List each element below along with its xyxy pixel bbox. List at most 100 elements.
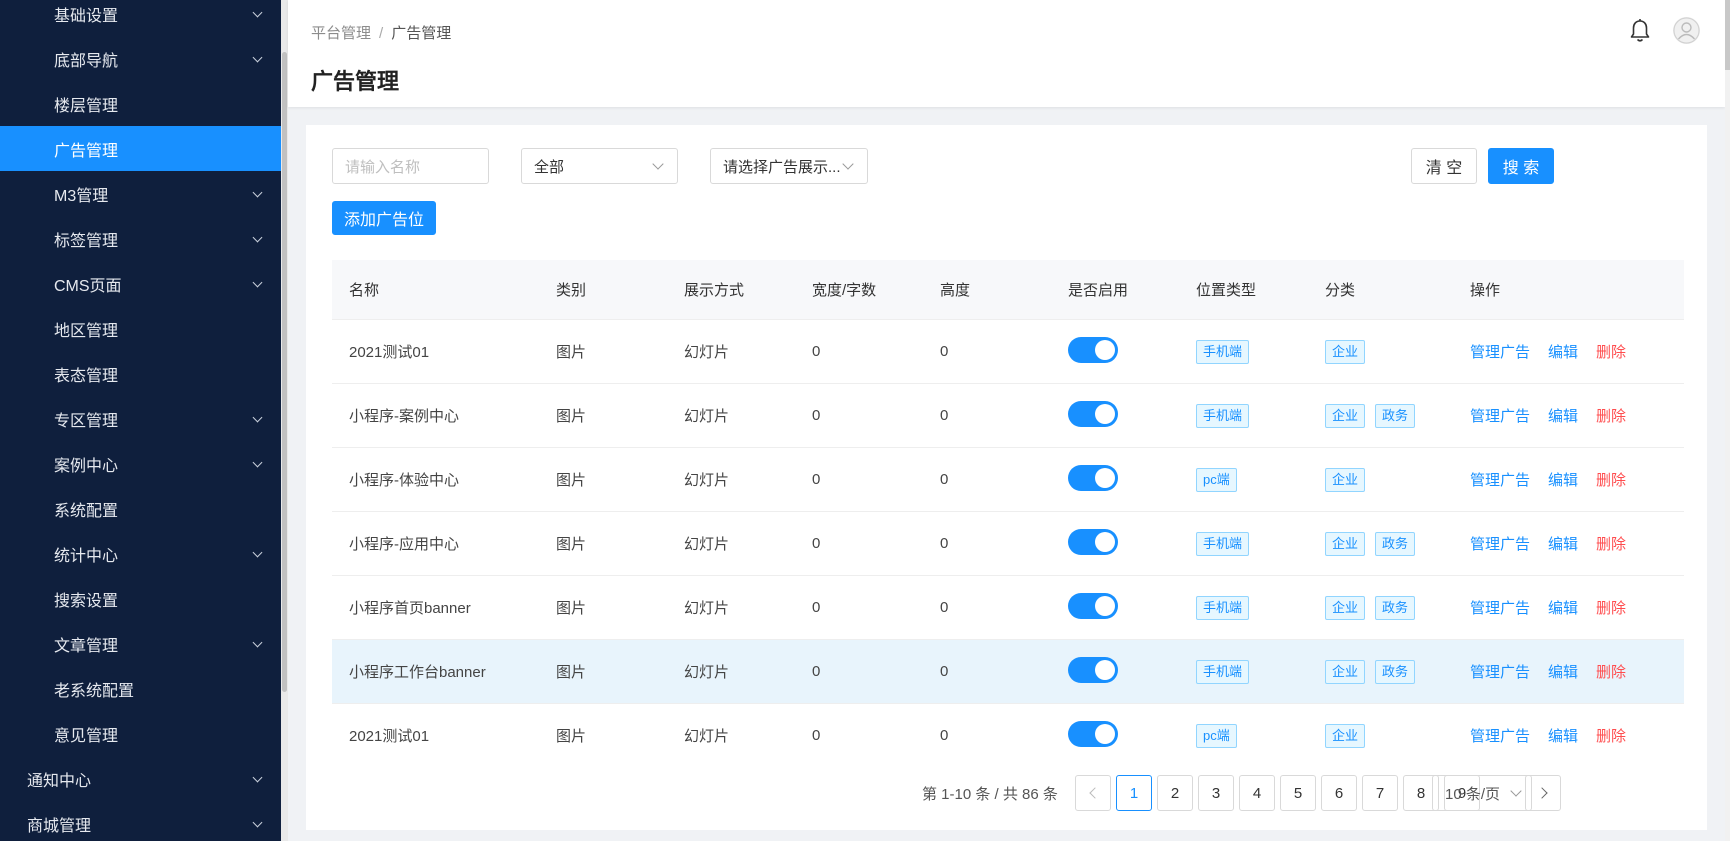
- sidebar-item-14[interactable]: 文章管理: [0, 621, 281, 666]
- cell-width: 0: [812, 471, 821, 488]
- sidebar-scrollbar-thumb[interactable]: [282, 52, 287, 692]
- cell-category: 企业: [1325, 723, 1470, 748]
- breadcrumb-separator: /: [379, 25, 384, 42]
- table-row: 小程序-体验中心 图片 幻灯片 0 0 pc端 企业 管理广告 编辑 删除: [332, 448, 1684, 512]
- enabled-toggle[interactable]: [1068, 464, 1118, 491]
- edit-link[interactable]: 编辑: [1548, 341, 1578, 362]
- edit-link[interactable]: 编辑: [1548, 469, 1578, 490]
- sidebar-item-11[interactable]: 系统配置: [0, 486, 281, 531]
- sidebar-item-18[interactable]: 商城管理: [0, 801, 281, 841]
- prev-page-button[interactable]: [1075, 775, 1111, 811]
- page-button-3[interactable]: 3: [1198, 775, 1234, 811]
- sidebar-item-4[interactable]: M3管理: [0, 171, 281, 216]
- sidebar-item-17[interactable]: 通知中心: [0, 756, 281, 801]
- category-select[interactable]: 全部: [521, 148, 678, 184]
- edit-link[interactable]: 编辑: [1548, 533, 1578, 554]
- sidebar-item-8[interactable]: 表态管理: [0, 351, 281, 396]
- breadcrumb-item-platform[interactable]: 平台管理: [311, 25, 371, 42]
- name-search-input[interactable]: 请输入名称: [332, 148, 489, 184]
- page-button-4[interactable]: 4: [1239, 775, 1275, 811]
- position-tag: 手机端: [1196, 595, 1250, 620]
- manage-ads-link[interactable]: 管理广告: [1470, 533, 1530, 554]
- enabled-toggle[interactable]: [1068, 336, 1118, 363]
- cell-type: 图片: [556, 728, 587, 745]
- delete-link[interactable]: 删除: [1596, 725, 1626, 746]
- display-mode-select-placeholder: 请选择广告展示...: [723, 158, 841, 176]
- sidebar-item-1[interactable]: 底部导航: [0, 36, 281, 81]
- enabled-toggle[interactable]: [1068, 720, 1118, 747]
- manage-ads-link[interactable]: 管理广告: [1470, 469, 1530, 490]
- cell-height: 0: [940, 663, 949, 680]
- enabled-toggle[interactable]: [1068, 528, 1118, 555]
- delete-link[interactable]: 删除: [1596, 597, 1626, 618]
- page-button-6[interactable]: 6: [1321, 775, 1357, 811]
- content-card: 请输入名称 全部 请选择广告展示... 清 空 搜 索 添加广告位 名称 类别 …: [306, 125, 1707, 830]
- delete-link[interactable]: 删除: [1596, 341, 1626, 362]
- sidebar-item-13[interactable]: 搜索设置: [0, 576, 281, 621]
- sidebar-item-12[interactable]: 统计中心: [0, 531, 281, 576]
- cell-height: 0: [940, 343, 949, 360]
- sidebar-item-6[interactable]: CMS页面: [0, 261, 281, 306]
- manage-ads-link[interactable]: 管理广告: [1470, 597, 1530, 618]
- chevron-down-icon: [653, 160, 663, 170]
- cell-type: 图片: [556, 472, 587, 489]
- enabled-toggle[interactable]: [1068, 400, 1118, 427]
- page-scrollbar-thumb[interactable]: [1725, 0, 1730, 70]
- chevron-down-icon: [253, 54, 263, 64]
- delete-link[interactable]: 删除: [1596, 405, 1626, 426]
- edit-link[interactable]: 编辑: [1548, 661, 1578, 682]
- clear-button[interactable]: 清 空: [1411, 148, 1477, 184]
- sidebar-item-label: 商城管理: [27, 817, 92, 835]
- page-size-select[interactable]: 10 条/页: [1432, 775, 1532, 811]
- manage-ads-link[interactable]: 管理广告: [1470, 661, 1530, 682]
- enabled-toggle[interactable]: [1068, 592, 1118, 619]
- sidebar-item-0[interactable]: 基础设置: [0, 0, 281, 36]
- sidebar-item-2[interactable]: 楼层管理: [0, 81, 281, 126]
- edit-link[interactable]: 编辑: [1548, 725, 1578, 746]
- search-button[interactable]: 搜 索: [1488, 148, 1554, 184]
- sidebar-item-16[interactable]: 意见管理: [0, 711, 281, 756]
- bell-icon[interactable]: [1628, 18, 1652, 44]
- enabled-toggle[interactable]: [1068, 656, 1118, 683]
- chevron-down-icon: [253, 549, 263, 559]
- page-button-1[interactable]: 1: [1116, 775, 1152, 811]
- cell-enabled: [1068, 720, 1196, 751]
- manage-ads-link[interactable]: 管理广告: [1470, 405, 1530, 426]
- column-header-height: 高度: [940, 282, 971, 299]
- edit-link[interactable]: 编辑: [1548, 597, 1578, 618]
- delete-link[interactable]: 删除: [1596, 469, 1626, 490]
- category-tag: 企业: [1325, 403, 1366, 428]
- page-header: 平台管理 / 广告管理 广告管理: [288, 0, 1725, 107]
- user-avatar-icon[interactable]: [1673, 17, 1700, 44]
- cell-category: 企业 政务: [1325, 659, 1470, 684]
- page-button-5[interactable]: 5: [1280, 775, 1316, 811]
- manage-ads-link[interactable]: 管理广告: [1470, 341, 1530, 362]
- page-button-7[interactable]: 7: [1362, 775, 1398, 811]
- page-scrollbar[interactable]: [1725, 0, 1730, 841]
- sidebar-item-9[interactable]: 专区管理: [0, 396, 281, 441]
- delete-link[interactable]: 删除: [1596, 661, 1626, 682]
- page-button-2[interactable]: 2: [1157, 775, 1193, 811]
- cell-width: 0: [812, 727, 821, 744]
- category-tag: 政务: [1375, 659, 1416, 684]
- add-ad-slot-button[interactable]: 添加广告位: [332, 201, 436, 235]
- sidebar-item-5[interactable]: 标签管理: [0, 216, 281, 261]
- cell-category: 企业 政务: [1325, 403, 1470, 428]
- sidebar-item-10[interactable]: 案例中心: [0, 441, 281, 486]
- sidebar-item-label: 广告管理: [54, 142, 119, 160]
- sidebar-scrollbar[interactable]: [281, 0, 288, 841]
- manage-ads-link[interactable]: 管理广告: [1470, 725, 1530, 746]
- ad-slot-table: 名称 类别 展示方式 宽度/字数 高度 是否启用 位置类型 分类 操作 2021…: [332, 260, 1684, 757]
- sidebar-item-3[interactable]: 广告管理: [0, 126, 281, 171]
- chevron-down-icon: [253, 414, 263, 424]
- chevron-down-icon: [253, 234, 263, 244]
- cell-category: 企业: [1325, 339, 1470, 364]
- sidebar-item-7[interactable]: 地区管理: [0, 306, 281, 351]
- delete-link[interactable]: 删除: [1596, 533, 1626, 554]
- cell-enabled: [1068, 336, 1196, 367]
- sidebar-item-label: 楼层管理: [54, 97, 119, 115]
- edit-link[interactable]: 编辑: [1548, 405, 1578, 426]
- sidebar-item-15[interactable]: 老系统配置: [0, 666, 281, 711]
- category-tag: 企业: [1325, 723, 1366, 748]
- display-mode-select[interactable]: 请选择广告展示...: [710, 148, 868, 184]
